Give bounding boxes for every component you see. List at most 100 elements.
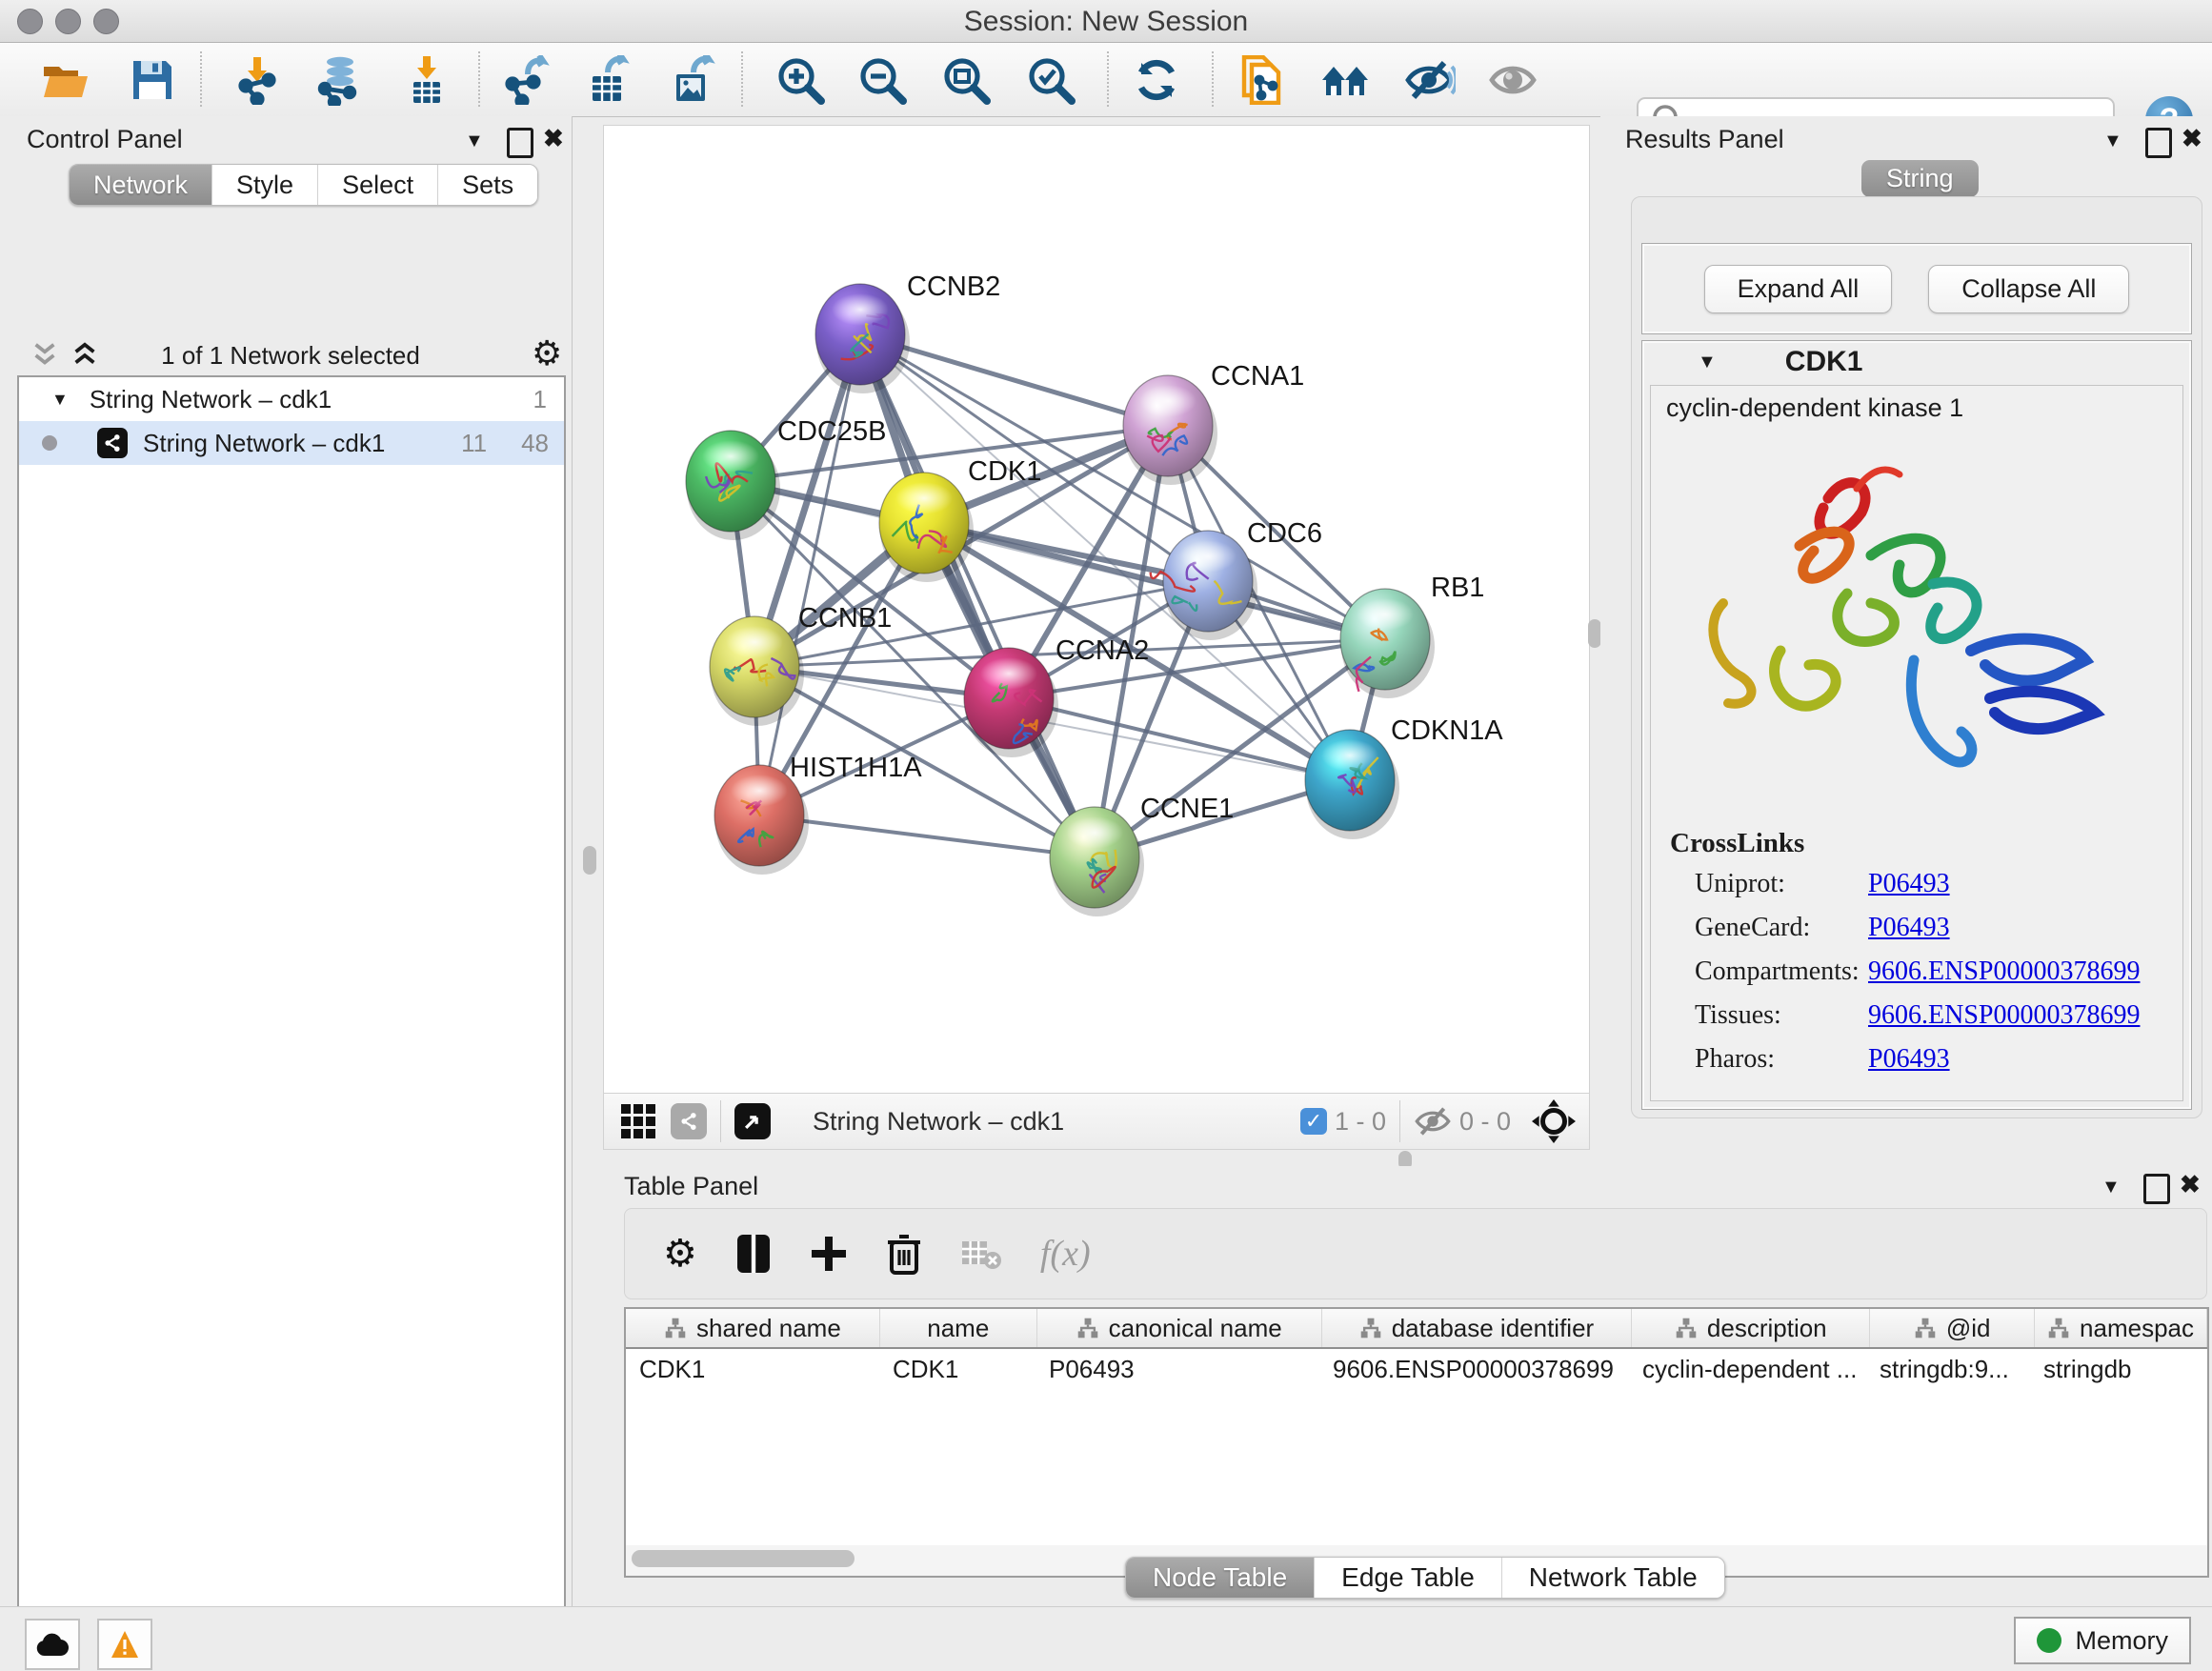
panel-float-icon[interactable] [507, 128, 533, 158]
tab-sets[interactable]: Sets [437, 165, 537, 205]
open-folder-icon[interactable] [40, 53, 93, 107]
panel-close-icon[interactable] [2182, 124, 2202, 153]
panel-collapse-icon[interactable] [465, 128, 484, 152]
crosslinks-section: CrossLinks Uniprot:P06493GeneCard:P06493… [1670, 828, 2165, 1088]
zoom-out-icon[interactable] [855, 53, 909, 107]
gene-details: cyclin-dependent kinase 1 [1650, 385, 2183, 1101]
status-bar: Memory [0, 1606, 2212, 1671]
node-label: CCNE1 [1140, 794, 1234, 824]
panel-float-icon[interactable] [2143, 1174, 2170, 1204]
column-header[interactable]: database identifier [1322, 1309, 1633, 1347]
string-view-icon[interactable] [671, 1103, 707, 1139]
crosslink-label: GeneCard: [1670, 913, 1868, 943]
import-table-icon[interactable] [400, 53, 453, 107]
import-network-icon[interactable] [232, 53, 286, 107]
tab-string[interactable]: String [1861, 160, 1979, 197]
panel-collapse-icon[interactable] [2103, 128, 2122, 152]
crosslink-row: Tissues:9606.ENSP00000378699 [1670, 1000, 2165, 1031]
network-collection-row[interactable]: ▼ String Network – cdk1 1 [19, 377, 564, 421]
table-tabs: Node Table Edge Table Network Table [1125, 1557, 1725, 1599]
export-image-icon[interactable] [665, 53, 718, 107]
memory-button[interactable]: Memory [2014, 1617, 2191, 1664]
crosslink-link[interactable]: P06493 [1868, 913, 1950, 943]
column-header[interactable]: name [880, 1309, 1037, 1347]
gene-section-header[interactable]: ▼ CDK1 [1642, 341, 2191, 383]
tab-select[interactable]: Select [317, 165, 437, 205]
warning-status-button[interactable] [97, 1619, 152, 1670]
panel-float-icon[interactable] [2145, 128, 2172, 158]
tab-network-table[interactable]: Network Table [1501, 1558, 1724, 1598]
tree-expand-icon[interactable]: ▼ [51, 390, 69, 410]
hide-selected-icon[interactable] [1402, 53, 1456, 107]
panel-close-icon[interactable] [2180, 1170, 2201, 1199]
network-node[interactable] [815, 284, 910, 393]
network-selection-status: 1 of 1 Network selected [17, 341, 564, 371]
crosslink-link[interactable]: P06493 [1868, 1044, 1950, 1075]
show-all-icon[interactable] [1486, 53, 1539, 107]
zoom-selected-icon[interactable] [1024, 53, 1077, 107]
column-header[interactable]: shared name [626, 1309, 880, 1347]
export-network-icon[interactable] [499, 53, 553, 107]
refresh-icon[interactable] [1130, 53, 1183, 107]
crosslink-link[interactable]: 9606.ENSP00000378699 [1868, 1000, 2140, 1031]
tab-style[interactable]: Style [211, 165, 317, 205]
table-options-gear-icon[interactable] [663, 1232, 697, 1276]
expand-all-button[interactable]: Expand All [1704, 265, 1893, 313]
network-node[interactable] [1123, 375, 1217, 485]
column-header[interactable]: canonical name [1037, 1309, 1322, 1347]
node-label: CCNB2 [907, 272, 1000, 302]
tab-node-table[interactable]: Node Table [1126, 1558, 1314, 1598]
table-cell: cyclin-dependent ... [1629, 1349, 1866, 1389]
collapse-all-button[interactable]: Collapse All [1928, 265, 2129, 313]
network-options-gear-icon[interactable] [532, 333, 562, 373]
network-canvas[interactable]: CCNB2CCNA1CDC25BCDK1CDC6RB1CCNB1CCNA2CDK… [604, 126, 1589, 1094]
panel-close-icon[interactable] [543, 124, 564, 153]
network-node[interactable] [879, 473, 974, 582]
toolbar-separator [1212, 51, 1214, 107]
import-database-icon[interactable] [312, 53, 366, 107]
node-label: CDC25B [777, 416, 886, 447]
window-title: Session: New Session [0, 6, 2212, 38]
column-header[interactable]: @id [1870, 1309, 2035, 1347]
network-node[interactable] [964, 648, 1058, 757]
add-column-icon[interactable] [810, 1235, 848, 1273]
crosslink-link[interactable]: P06493 [1868, 869, 1950, 899]
selected-checkbox-icon[interactable] [1300, 1108, 1327, 1135]
cloud-status-button[interactable] [25, 1619, 80, 1670]
scrollbar-thumb[interactable] [632, 1550, 855, 1567]
crosslink-link[interactable]: 9606.ENSP00000378699 [1868, 956, 2140, 987]
birds-eye-toggle-icon[interactable] [1532, 1099, 1576, 1143]
save-icon[interactable] [126, 53, 179, 107]
node-label: CCNB1 [798, 603, 892, 634]
network-node[interactable] [1305, 730, 1399, 839]
export-table-icon[interactable] [581, 53, 634, 107]
splitter-handle[interactable] [1588, 619, 1601, 648]
network-edge[interactable] [759, 815, 1095, 857]
grid-view-icon[interactable] [621, 1104, 655, 1138]
network-node[interactable] [686, 431, 780, 540]
crosslink-row: Uniprot:P06493 [1670, 869, 2165, 899]
splitter-handle[interactable] [583, 846, 596, 875]
new-network-from-selection-icon[interactable] [1235, 53, 1288, 107]
tab-edge-table[interactable]: Edge Table [1314, 1558, 1501, 1598]
detach-view-icon[interactable] [734, 1103, 771, 1139]
zoom-in-icon[interactable] [774, 53, 827, 107]
panel-collapse-icon[interactable] [2101, 1174, 2121, 1198]
network-node[interactable] [1340, 589, 1435, 698]
column-header[interactable]: namespac [2035, 1309, 2207, 1347]
network-edge[interactable] [759, 334, 860, 815]
node-label: CCNA1 [1211, 361, 1304, 392]
table-row[interactable]: CDK1CDK1P064939606.ENSP00000378699cyclin… [626, 1349, 2207, 1389]
first-neighbors-icon[interactable] [1320, 53, 1374, 107]
delete-column-icon[interactable] [886, 1233, 922, 1275]
tab-network[interactable]: Network [70, 165, 211, 205]
column-header[interactable]: description [1632, 1309, 1870, 1347]
network-edge-count: 48 [521, 429, 549, 458]
network-node[interactable] [1151, 531, 1257, 640]
show-columns-icon[interactable] [735, 1233, 772, 1275]
network-row-selected[interactable]: String Network – cdk1 11 48 [19, 421, 564, 465]
section-collapse-icon[interactable]: ▼ [1698, 352, 1717, 373]
network-node[interactable] [1050, 807, 1144, 916]
zoom-fit-icon[interactable] [939, 53, 993, 107]
crosslink-row: GeneCard:P06493 [1670, 913, 2165, 943]
